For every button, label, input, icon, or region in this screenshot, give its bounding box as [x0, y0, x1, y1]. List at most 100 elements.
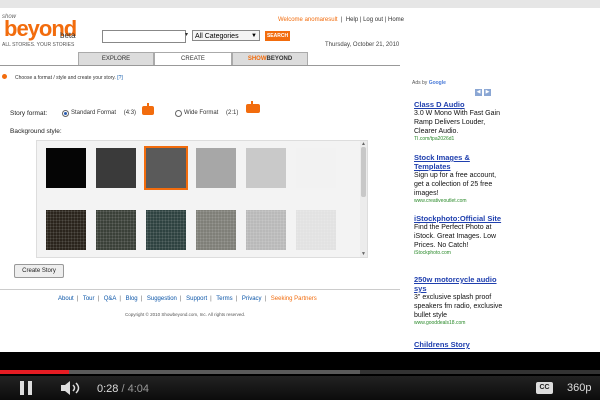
separator: | [264, 296, 267, 302]
chevron-down-icon: ▼ [251, 33, 257, 39]
footer-link-terms[interactable]: Terms [216, 296, 232, 302]
background-style-label: Background style: [10, 128, 62, 135]
background-tile-bg-lined-grey[interactable] [246, 210, 286, 250]
copyright-text: Copyright © 2010 Showbeyond.com, Inc. Al… [125, 312, 246, 317]
footer-divider [0, 289, 400, 290]
search-button[interactable]: SEARCH [265, 31, 290, 41]
player-controls [0, 376, 600, 400]
ad-title[interactable]: Childrens Story [414, 340, 504, 349]
ad-title[interactable]: 250w motorcycle audio sys [414, 275, 504, 293]
volume-icon[interactable] [60, 381, 86, 395]
ads-next-icon[interactable]: ▶ [484, 89, 491, 96]
ads-label: Ads by [412, 80, 428, 86]
background-tile-bg-granite-black[interactable] [46, 210, 86, 250]
ad-item[interactable]: 250w motorcycle audio sys 3" exclusive s… [414, 275, 504, 327]
ad-item[interactable]: iStockphoto:Official Site Find the Perfe… [414, 214, 504, 257]
site-logo[interactable]: show beyond beta ALL STORIES. YOUR STORI… [2, 14, 82, 50]
ad-url[interactable]: www.creativeoutlet.com [414, 198, 504, 205]
footer-link-about[interactable]: About [58, 296, 74, 302]
separator: | [76, 296, 79, 302]
time-display: 0:28 / 4:04 [97, 383, 149, 395]
tab-create[interactable]: CREATE [154, 52, 232, 65]
ad-title[interactable]: Stock Images & Templates [414, 153, 504, 171]
ad-url[interactable]: TI.com/tpa2026d1 [414, 136, 504, 143]
background-tile-bg-mid-grey[interactable] [196, 148, 236, 188]
create-hint: Choose a format / style and create your … [15, 75, 123, 81]
quality-button[interactable]: 360p [567, 382, 591, 394]
footer-links: About | Tour | Q&A | Blog | Suggestion | Supp… [58, 296, 317, 302]
ad-item[interactable]: Class D Audio 3.0 W Mono With Fast Gain … [414, 100, 504, 143]
background-scrollbar[interactable]: ▲ ▼ [360, 141, 367, 257]
welcome-text: Welcome anomaresult [278, 17, 338, 23]
wide-format-ratio: (2:1) [226, 110, 239, 116]
background-tile-bg-charcoal[interactable] [144, 146, 188, 190]
background-tile-bg-dark-grey[interactable] [96, 148, 136, 188]
scrollbar-thumb[interactable] [361, 147, 366, 197]
help-link[interactable]: Help [346, 17, 358, 23]
ads-brand[interactable]: Google [429, 80, 446, 86]
ad-url[interactable]: iStockphoto.com [414, 250, 504, 257]
background-tile-bg-stone-grey[interactable] [196, 210, 236, 250]
footer-link-blog[interactable]: Blog [126, 296, 138, 302]
scroll-down-icon[interactable]: ▼ [361, 251, 366, 257]
background-tile-bg-crumpled-paper[interactable] [296, 210, 336, 250]
standard-format-preview-icon [142, 103, 154, 115]
info-icon [2, 74, 7, 79]
footer-link-suggestion[interactable]: Suggestion [147, 296, 177, 302]
current-time: 0:28 [97, 383, 119, 395]
footer-link-partners[interactable]: Seeking Partners [271, 296, 317, 302]
background-tile-bg-granite-green[interactable] [96, 210, 136, 250]
ad-url[interactable]: www.gooddeals18.com [414, 320, 504, 327]
browser-top-rim [0, 0, 600, 8]
ad-title[interactable]: iStockphoto:Official Site [414, 214, 504, 223]
standard-format-ratio: (4:3) [123, 110, 137, 116]
standard-format-radio[interactable] [62, 110, 69, 117]
footer-link-tour[interactable]: Tour [83, 296, 95, 302]
ad-item[interactable]: Childrens Story [414, 340, 504, 349]
tab-explore[interactable]: EXPLORE [78, 52, 154, 65]
background-tile-bg-white[interactable] [296, 148, 336, 188]
ads-prev-icon[interactable]: ◀ [475, 89, 482, 96]
wide-format-radio[interactable] [175, 110, 182, 117]
video-frame: show beyond beta ALL STORIES. YOUR STORI… [0, 0, 600, 400]
captions-icon[interactable]: CC [536, 382, 553, 394]
background-tile-bg-light-grey[interactable] [246, 148, 286, 188]
tab-showbeyond-prefix: SHOW [247, 56, 267, 62]
ad-item[interactable]: Stock Images & Templates Sign up for a f… [414, 153, 504, 205]
tab-showbeyond-suffix: BEYOND [266, 56, 293, 62]
separator: | [97, 296, 100, 302]
standard-format-label: Standard Format (4:3) [71, 110, 136, 116]
separator: | [119, 296, 121, 302]
progress-played[interactable] [0, 370, 69, 374]
pause-bar [20, 381, 24, 395]
search-input[interactable] [102, 30, 186, 43]
ads-header: Ads by Google [412, 80, 446, 86]
category-select[interactable]: All Categories ▼ [192, 30, 260, 41]
create-story-button[interactable]: Create Story [14, 264, 64, 278]
help-link-icon[interactable]: [?] [117, 75, 123, 81]
pause-bar [28, 381, 32, 395]
footer-link-privacy[interactable]: Privacy [242, 296, 262, 302]
current-date: Thursday, October 21, 2010 [325, 42, 400, 48]
total-time: 4:04 [127, 383, 150, 395]
footer-link-support[interactable]: Support [186, 296, 207, 302]
separator: | [210, 296, 212, 302]
separator: | [140, 296, 143, 302]
ad-description: 3.0 W Mono With Fast Gain Ramp Delivers … [414, 110, 500, 135]
tab-divider [0, 65, 400, 66]
home-link[interactable]: Home [388, 17, 404, 23]
search-dropdown-icon[interactable]: ▾ [185, 31, 188, 38]
background-tile-bg-black[interactable] [46, 148, 86, 188]
footer-link-qa[interactable]: Q&A [104, 296, 117, 302]
story-format-label: Story format: [10, 110, 48, 117]
category-select-value: All Categories [195, 33, 239, 40]
logo-beta-text: beta [60, 31, 76, 40]
separator: | [179, 296, 182, 302]
ad-title[interactable]: Class D Audio [414, 100, 504, 109]
top-links: Welcome anomaresult | Help | Log out | H… [278, 17, 404, 23]
pause-button[interactable] [18, 381, 34, 395]
logo-tagline: ALL STORIES. YOUR STORIES [2, 42, 75, 48]
tab-showbeyond[interactable]: SHOWBEYOND [232, 52, 308, 65]
background-tile-bg-marble-green[interactable] [146, 210, 186, 250]
logout-link[interactable]: Log out [363, 17, 383, 23]
